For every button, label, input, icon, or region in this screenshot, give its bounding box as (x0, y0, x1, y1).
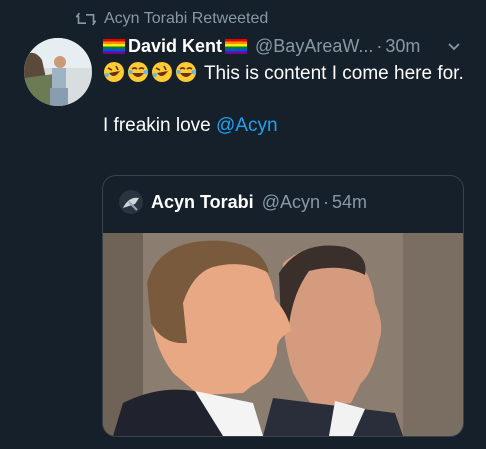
retweet-indicator: Acyn Torabi Retweeted (76, 10, 268, 28)
quoted-tweet-image[interactable] (103, 233, 463, 436)
rolling-laughing-emoji (104, 62, 124, 82)
quoted-tweet-header: Acyn Torabi @Acyn · 54m (119, 190, 367, 214)
quoted-author-avatar[interactable] (119, 190, 143, 214)
quoted-author-handle[interactable]: @Acyn (262, 192, 320, 213)
rainbow-flag-icon (225, 39, 248, 54)
separator-dot: · (322, 191, 329, 212)
rainbow-flag-icon (103, 39, 125, 54)
chevron-down-icon[interactable] (446, 39, 462, 55)
quoted-tweet-timestamp[interactable]: 54m (332, 192, 367, 213)
author-display-name[interactable]: David Kent (128, 36, 222, 57)
separator-dot: · (376, 36, 383, 56)
author-avatar[interactable] (24, 38, 92, 106)
tweet-text: This is content I come here for. I freak… (103, 61, 473, 139)
tweet-text-line2: I freakin love (103, 115, 216, 136)
mention-link[interactable]: @Acyn (216, 115, 278, 136)
tweet-header: David Kent @BayAreaW... · 30m (103, 36, 462, 57)
rolling-laughing-emoji (152, 62, 172, 82)
quoted-tweet-card[interactable]: Acyn Torabi @Acyn · 54m (102, 175, 464, 437)
tears-of-joy-emoji (176, 62, 196, 82)
tweet-timestamp[interactable]: 30m (385, 36, 420, 57)
tears-of-joy-emoji (128, 62, 148, 82)
retweet-label: Acyn Torabi Retweeted (104, 10, 269, 27)
retweet-icon (76, 12, 96, 26)
tweet-text-line1: This is content I come here for. (203, 63, 464, 84)
quoted-author-name[interactable]: Acyn Torabi (151, 192, 254, 213)
author-handle[interactable]: @BayAreaW... (255, 36, 373, 57)
